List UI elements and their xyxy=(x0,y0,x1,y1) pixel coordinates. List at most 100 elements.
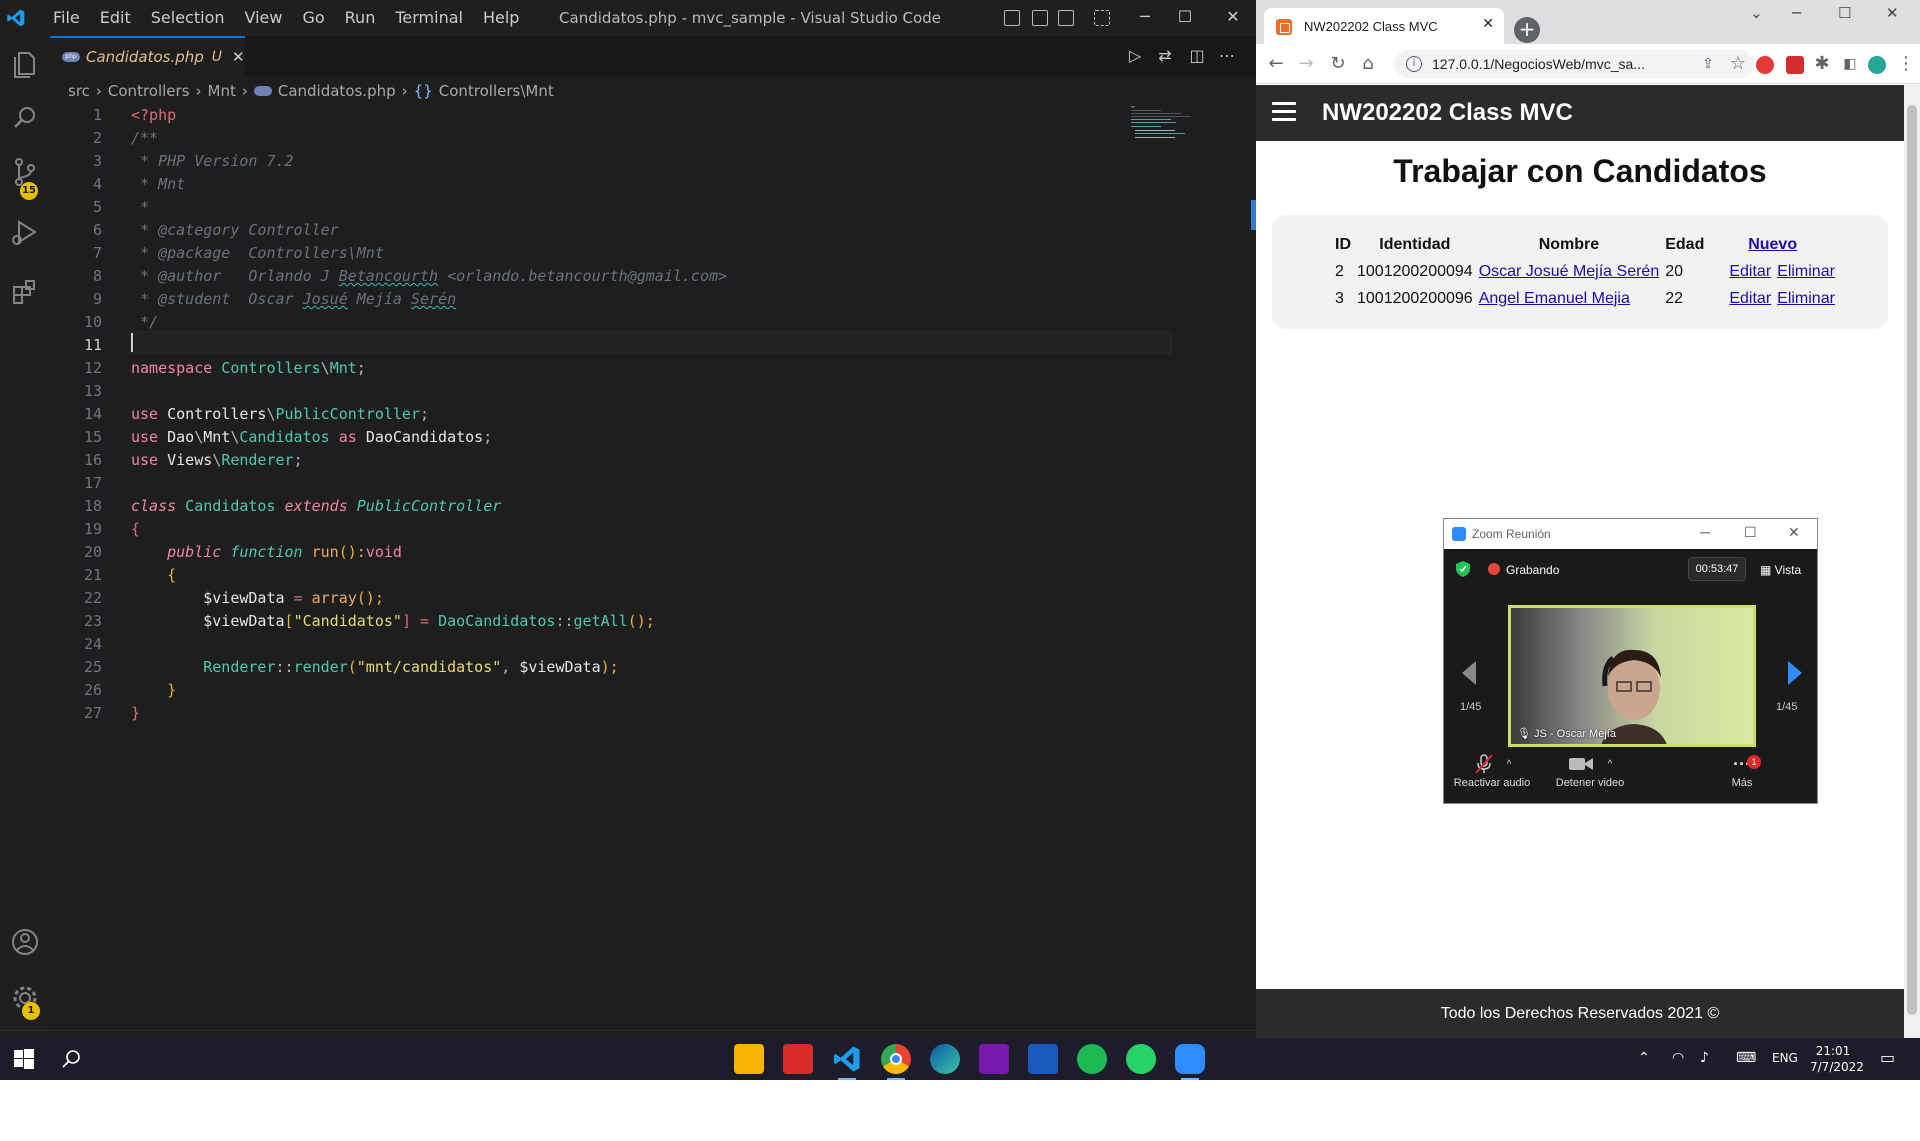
status-bar xyxy=(0,1030,1256,1038)
volume-icon[interactable]: ♪ xyxy=(1700,1050,1709,1066)
run-debug-icon[interactable] xyxy=(7,214,43,250)
close-button[interactable]: ✕ xyxy=(1886,4,1899,22)
code-token: { xyxy=(131,566,177,584)
code-token: ; xyxy=(420,405,430,423)
clock[interactable]: 21:01 7/7/2022 xyxy=(1810,1043,1864,1075)
toggle-sidebar-icon[interactable] xyxy=(1004,10,1020,26)
chrome-taskbar-icon[interactable] xyxy=(881,1044,911,1080)
open-changes-icon[interactable]: ⇄ xyxy=(1156,48,1174,66)
split-editor-icon[interactable]: ◫ xyxy=(1188,48,1206,66)
view-button[interactable]: ▦ Vista xyxy=(1760,563,1801,577)
notifications-icon[interactable]: ▭ xyxy=(1880,1048,1895,1067)
pdf-extension-icon[interactable] xyxy=(1786,56,1804,74)
hamburger-menu-icon[interactable] xyxy=(1272,102,1296,122)
security-shield-icon[interactable] xyxy=(1456,561,1470,577)
breadcrumb-namespace[interactable]: Controllers\Mnt xyxy=(439,82,554,100)
scrollbar-thumb[interactable] xyxy=(1907,105,1917,1015)
menu-file[interactable]: File xyxy=(43,0,90,36)
zoom-taskbar-icon[interactable] xyxy=(1175,1044,1205,1080)
recording-status[interactable]: Grabando xyxy=(1506,563,1559,577)
cell-nombre-link[interactable]: Angel Emanuel Mejia xyxy=(1479,290,1630,307)
search-icon[interactable] xyxy=(62,1049,82,1069)
menu-edit[interactable]: Edit xyxy=(90,0,141,36)
filezilla-app-icon[interactable] xyxy=(783,1044,813,1074)
cell-id: 2 xyxy=(1335,262,1344,280)
close-button[interactable]: ✕ xyxy=(1210,0,1256,36)
breadcrumb-mnt[interactable]: Mnt xyxy=(208,82,236,100)
adblock-extension-icon[interactable] xyxy=(1756,56,1774,74)
more-button[interactable]: ··· Más xyxy=(1710,751,1774,790)
tab-search-icon[interactable]: ⌄ xyxy=(1750,4,1763,22)
unmute-audio-button[interactable]: ^ Reactivar audio xyxy=(1450,751,1534,789)
explorer-icon[interactable] xyxy=(7,46,43,82)
minimize-button[interactable]: ─ xyxy=(1700,524,1710,540)
stop-video-button[interactable]: ^ Detener video xyxy=(1548,751,1632,789)
reload-icon[interactable]: ↻ xyxy=(1328,54,1348,74)
windows-start-icon[interactable] xyxy=(14,1049,34,1069)
edit-link[interactable]: Editar xyxy=(1729,263,1771,280)
keyboard-icon[interactable]: ⌨ xyxy=(1736,1050,1756,1066)
maximize-button[interactable]: ☐ xyxy=(1744,524,1757,541)
menu-go[interactable]: Go xyxy=(292,0,334,36)
vscode-taskbar-icon[interactable] xyxy=(832,1044,862,1080)
close-button[interactable]: ✕ xyxy=(1788,524,1800,541)
profile-avatar[interactable] xyxy=(1868,56,1886,74)
extensions-puzzle-icon[interactable]: ✱ xyxy=(1812,54,1832,74)
onenote-taskbar-icon[interactable] xyxy=(979,1044,1009,1074)
next-page-arrow-icon[interactable] xyxy=(1782,659,1806,687)
run-file-icon[interactable]: ▷ xyxy=(1126,48,1144,66)
site-brand[interactable]: NW202202 Class MVC xyxy=(1322,99,1573,127)
home-icon[interactable]: ⌂ xyxy=(1358,54,1378,74)
spotify-taskbar-icon[interactable] xyxy=(1077,1044,1107,1074)
toggle-secondary-sidebar-icon[interactable] xyxy=(1058,10,1074,26)
delete-link[interactable]: Eliminar xyxy=(1777,290,1835,307)
participant-video[interactable]: 🎙 JS - Oscar Mejía xyxy=(1508,605,1756,747)
line-number: 16 xyxy=(83,451,102,469)
cell-id: 3 xyxy=(1335,289,1344,307)
word-taskbar-icon[interactable] xyxy=(1028,1044,1058,1074)
minimize-button[interactable]: ─ xyxy=(1792,4,1801,22)
side-panel-icon[interactable]: ◧ xyxy=(1840,54,1860,74)
editor-scrollbar[interactable] xyxy=(1240,200,1256,230)
cell-nombre-link[interactable]: Oscar Josué Mejía Serén xyxy=(1479,263,1660,280)
file-explorer-icon[interactable] xyxy=(734,1044,764,1074)
accounts-icon[interactable] xyxy=(7,924,43,960)
minimap[interactable] xyxy=(1129,104,1229,154)
close-tab-icon[interactable]: ✕ xyxy=(1482,16,1494,32)
breadcrumb-controllers[interactable]: Controllers xyxy=(108,82,190,100)
language-indicator[interactable]: ENG xyxy=(1772,1051,1798,1065)
delete-link[interactable]: Eliminar xyxy=(1777,263,1835,280)
maximize-button[interactable]: ☐ xyxy=(1162,0,1208,36)
new-tab-button[interactable]: + xyxy=(1514,17,1540,43)
chrome-menu-icon[interactable]: ⋮ xyxy=(1896,54,1916,74)
bookmark-star-icon[interactable]: ☆ xyxy=(1728,54,1748,74)
code-editor[interactable]: 1 <?php 2/** 3 * PHP Version 7.2 4 * Mnt … xyxy=(50,104,1256,1004)
breadcrumb-src[interactable]: src xyxy=(68,82,90,100)
menu-run[interactable]: Run xyxy=(335,0,386,36)
site-info-icon[interactable]: i xyxy=(1406,56,1422,72)
toggle-panel-icon[interactable] xyxy=(1032,10,1048,26)
breadcrumb-file[interactable]: Candidatos.php xyxy=(278,82,396,100)
wifi-icon[interactable]: ◠ xyxy=(1672,1050,1684,1066)
extensions-icon[interactable] xyxy=(7,274,43,310)
back-arrow-icon[interactable]: ← xyxy=(1266,54,1286,74)
previous-page-arrow-icon[interactable] xyxy=(1458,659,1482,687)
nuevo-link[interactable]: Nuevo xyxy=(1748,236,1797,253)
more-actions-icon[interactable]: ⋯ xyxy=(1218,48,1236,66)
customize-layout-icon[interactable] xyxy=(1094,10,1110,26)
edge-taskbar-icon[interactable] xyxy=(930,1044,960,1074)
share-icon[interactable]: ⇪ xyxy=(1698,54,1718,74)
whatsapp-taskbar-icon[interactable] xyxy=(1126,1044,1156,1074)
chevron-up-icon[interactable]: ⌃ xyxy=(1638,1050,1650,1066)
forward-arrow-icon[interactable]: → xyxy=(1296,54,1316,74)
menu-terminal[interactable]: Terminal xyxy=(385,0,473,36)
editor-tab-candidatos[interactable]: php Candidatos.php U ✕ xyxy=(50,36,245,76)
edit-link[interactable]: Editar xyxy=(1729,290,1771,307)
menu-selection[interactable]: Selection xyxy=(141,0,235,36)
browser-tab[interactable]: NW202202 Class MVC ✕ xyxy=(1264,8,1504,44)
maximize-button[interactable]: ☐ xyxy=(1838,4,1851,22)
menu-view[interactable]: View xyxy=(235,0,293,36)
search-icon[interactable] xyxy=(7,100,43,136)
tab-close-icon[interactable]: ✕ xyxy=(232,48,245,66)
page-scrollbar[interactable] xyxy=(1904,85,1920,1038)
